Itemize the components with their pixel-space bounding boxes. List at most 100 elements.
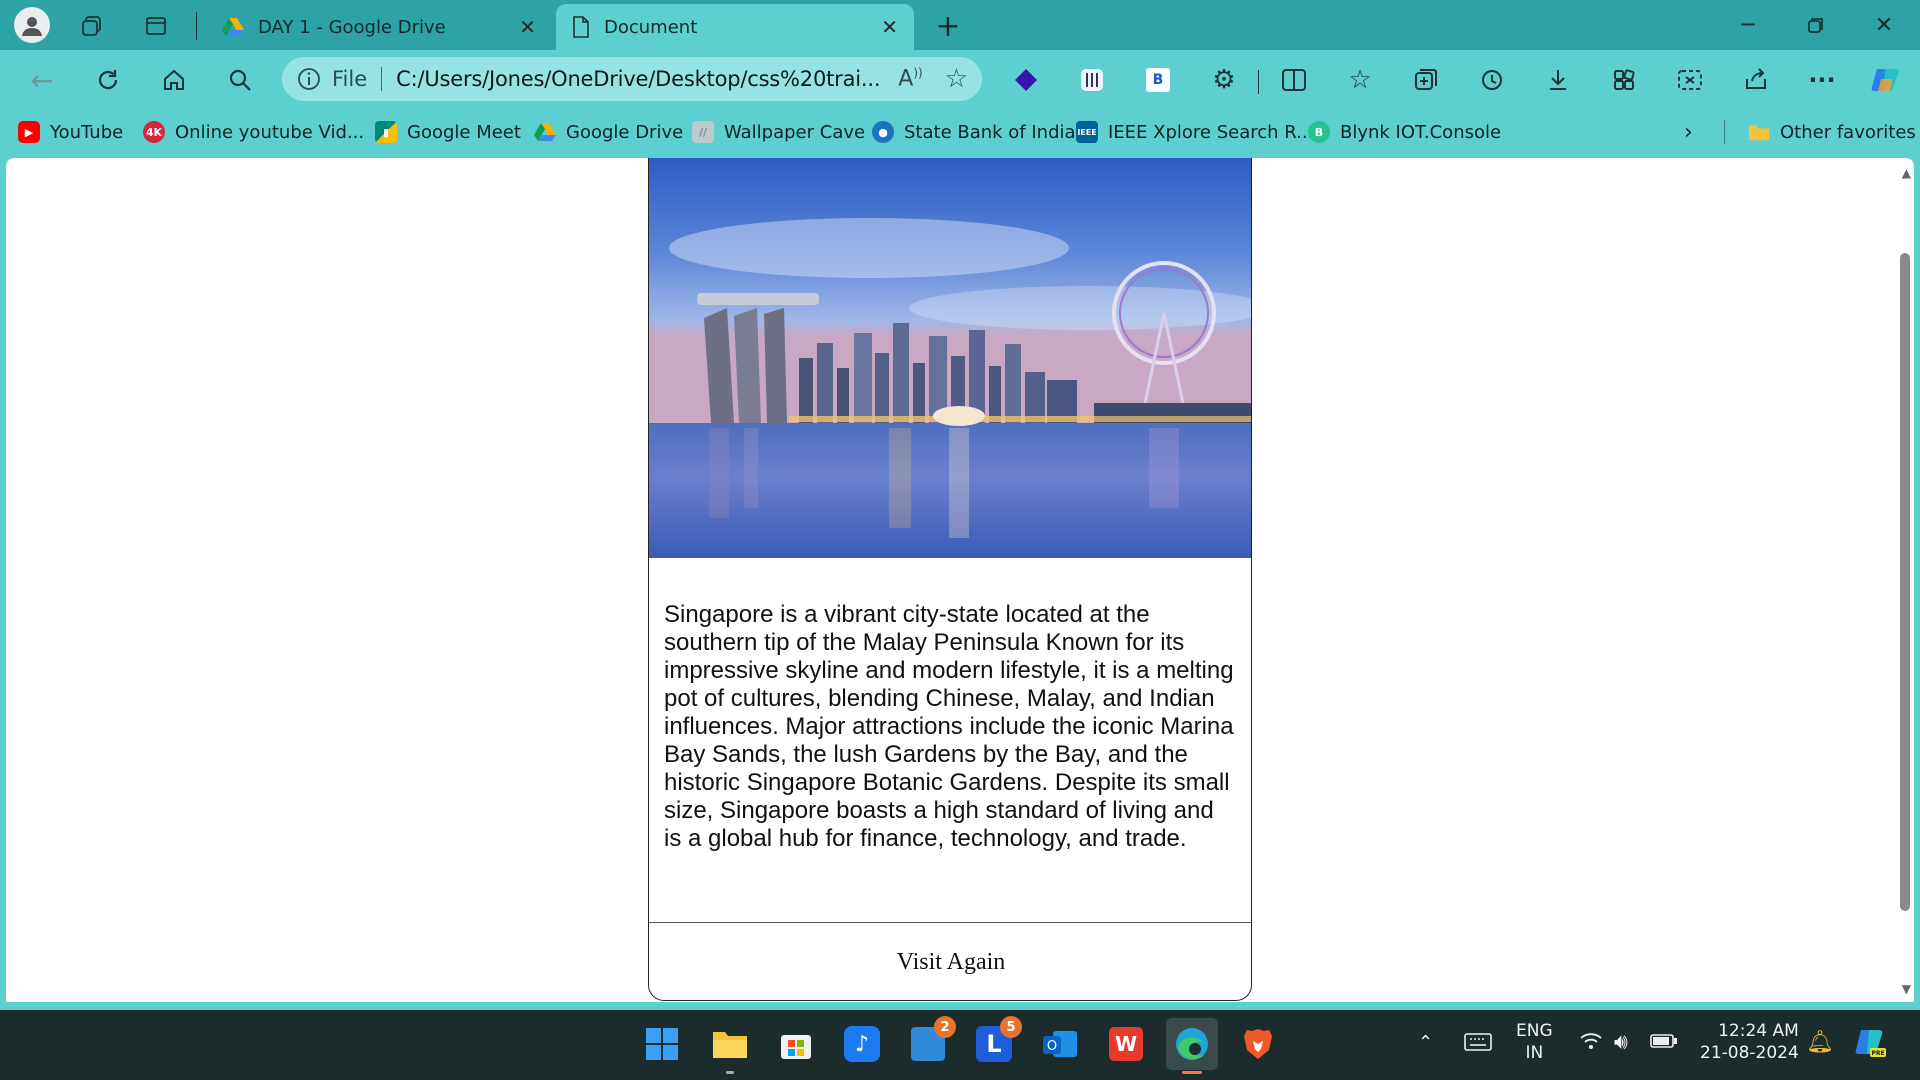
bookmark-google-meet[interactable]: ▮ Google Meet [375, 116, 521, 148]
close-tab-icon[interactable]: ✕ [519, 15, 536, 39]
downloads-icon[interactable] [1538, 60, 1578, 100]
wallpaper-cave-icon: // [692, 121, 714, 143]
extensions-puzzle-icon[interactable]: ⚙ [1204, 60, 1244, 100]
b-extension-icon[interactable]: B [1138, 60, 1178, 100]
language-line2: IN [1525, 1043, 1544, 1063]
scheme-label: File [332, 67, 368, 91]
tab-label: Document [604, 16, 698, 38]
other-favorites-label: Other favorites [1780, 121, 1916, 143]
toolbar-separator [1258, 70, 1259, 94]
search-icon[interactable] [220, 60, 260, 100]
bookmark-blynk[interactable]: B Blynk IOT.Console [1308, 116, 1501, 148]
wps-office-icon[interactable]: W [1104, 1022, 1148, 1066]
copilot-preview-icon[interactable]: PRE [1852, 1024, 1888, 1060]
google-drive-icon [222, 18, 244, 36]
bookmark-label: Google Drive [566, 121, 684, 143]
bookmark-label: IEEE Xplore Search R... [1108, 121, 1314, 143]
language-line1: ENG [1516, 1021, 1553, 1041]
wifi-icon[interactable] [1580, 1032, 1602, 1050]
refresh-icon[interactable] [88, 60, 128, 100]
show-hidden-icons-chevron[interactable]: ⌃ [1418, 1032, 1433, 1053]
taskbar: ♪ 2 L 5 O W ⌃ ENG IN 🔊︎ 12:24 AM 21-08-2… [0, 1010, 1920, 1080]
bookmark-label: YouTube [50, 121, 124, 143]
touch-keyboard-icon[interactable] [1464, 1032, 1492, 1052]
bookmark-ieee[interactable]: IEEE IEEE Xplore Search R... [1076, 116, 1313, 148]
bookmark-youtube[interactable]: ▶ YouTube [18, 116, 123, 148]
bookmarks-bar: ▶ YouTube 4K Online youtube Vid... ▮ Goo… [0, 112, 1920, 152]
bookmarks-separator [1724, 120, 1725, 144]
extension-gem-icon[interactable] [1006, 60, 1046, 100]
scrcpy-app-icon[interactable]: ♪ [840, 1022, 884, 1066]
scroll-thumb[interactable] [1900, 253, 1910, 911]
clock-time: 12:24 AM [1718, 1021, 1799, 1041]
more-menu-icon[interactable]: ··· [1802, 60, 1842, 100]
address-bar[interactable]: File C:/Users/Jones/OneDrive/Desktop/css… [282, 57, 982, 101]
equalizer-extension-icon[interactable] [1072, 60, 1112, 100]
home-icon[interactable] [154, 60, 194, 100]
screenshot-icon[interactable] [1670, 60, 1710, 100]
bookmark-label: Google Meet [407, 121, 521, 143]
read-aloud-icon[interactable]: A)) [898, 66, 922, 91]
clock[interactable]: 12:24 AM 21-08-2024 [1700, 1020, 1799, 1064]
clock-date: 21-08-2024 [1700, 1043, 1799, 1063]
file-explorer-icon[interactable] [708, 1022, 752, 1074]
youtube-icon: ▶ [18, 121, 40, 143]
restore-icon[interactable] [1786, 0, 1846, 50]
battery-icon[interactable] [1650, 1032, 1678, 1050]
user-icon [22, 17, 42, 36]
favorites-icon[interactable]: ☆ [1340, 60, 1380, 100]
travel-card: Singapore is a vibrant city-state locate… [648, 158, 1252, 1001]
visit-again-label[interactable]: Visit Again [649, 923, 1251, 1000]
microsoft-store-icon[interactable] [774, 1022, 818, 1066]
singapore-skyline-image [649, 158, 1251, 558]
bookmark-sbi[interactable]: ● State Bank of India [872, 116, 1076, 148]
back-icon[interactable]: ← [22, 60, 62, 100]
bookmark-google-drive[interactable]: Google Drive [534, 116, 683, 148]
split-screen-icon[interactable] [1274, 60, 1314, 100]
volume-icon[interactable]: 🔊︎ [1614, 1030, 1628, 1055]
bookmarks-overflow-chevron-icon[interactable]: › [1684, 116, 1693, 148]
brave-browser-icon[interactable] [1236, 1022, 1280, 1066]
folder-icon [1748, 125, 1770, 141]
language-indicator[interactable]: ENG IN [1516, 1020, 1553, 1064]
outlook-icon[interactable]: O [1038, 1022, 1082, 1066]
profile-avatar[interactable] [14, 7, 50, 43]
document-icon [573, 16, 589, 38]
close-window-icon[interactable]: ✕ [1854, 0, 1914, 50]
4k-downloader-icon: 4K [143, 121, 165, 143]
edge-browser-icon[interactable] [1166, 1018, 1218, 1074]
ieee-icon: IEEE [1076, 121, 1098, 143]
share-icon[interactable] [1736, 60, 1776, 100]
tab-google-drive[interactable]: DAY 1 - Google Drive ✕ [206, 4, 552, 50]
google-drive-icon [534, 123, 556, 141]
info-icon[interactable] [296, 66, 322, 92]
new-tab-icon[interactable]: + [932, 9, 964, 44]
svg-text:O: O [1047, 1039, 1057, 1054]
tab-actions-icon[interactable] [142, 12, 170, 40]
windows-start-icon[interactable] [640, 1022, 684, 1066]
scroll-down-icon[interactable]: ▼ [1902, 982, 1911, 996]
minimize-icon[interactable]: ─ [1718, 0, 1778, 50]
scroll-up-icon[interactable]: ▲ [1902, 166, 1911, 180]
l-app-icon[interactable]: L 5 [972, 1016, 1022, 1066]
notification-bell-icon[interactable]: 🔔︎ [1806, 1030, 1834, 1055]
bookmark-label: Blynk IOT.Console [1340, 121, 1502, 143]
blynk-icon: B [1308, 121, 1330, 143]
bookmark-online-youtube[interactable]: 4K Online youtube Vid... [143, 116, 364, 148]
close-tab-icon[interactable]: ✕ [881, 15, 898, 39]
vertical-scrollbar[interactable]: ▲ ▼ [1896, 158, 1914, 1002]
tasks-app-icon[interactable]: 2 [906, 1016, 956, 1066]
favorite-star-icon[interactable]: ☆ [945, 64, 968, 94]
tab-document[interactable]: Document ✕ [556, 4, 914, 50]
history-icon[interactable] [1472, 60, 1512, 100]
url-text[interactable]: C:/Users/Jones/OneDrive/Desktop/css%20tr… [396, 67, 888, 91]
workspaces-icon[interactable] [78, 12, 106, 40]
apps-icon[interactable] [1604, 60, 1644, 100]
bookmark-label: Online youtube Vid... [175, 121, 365, 143]
collections-icon[interactable] [1406, 60, 1446, 100]
page-viewport: Singapore is a vibrant city-state locate… [6, 158, 1914, 1002]
other-favorites[interactable]: Other favorites [1748, 116, 1916, 148]
copilot-icon[interactable] [1866, 60, 1906, 100]
tab-separator [196, 12, 197, 40]
bookmark-wallpaper-cave[interactable]: // Wallpaper Cave [692, 116, 865, 148]
